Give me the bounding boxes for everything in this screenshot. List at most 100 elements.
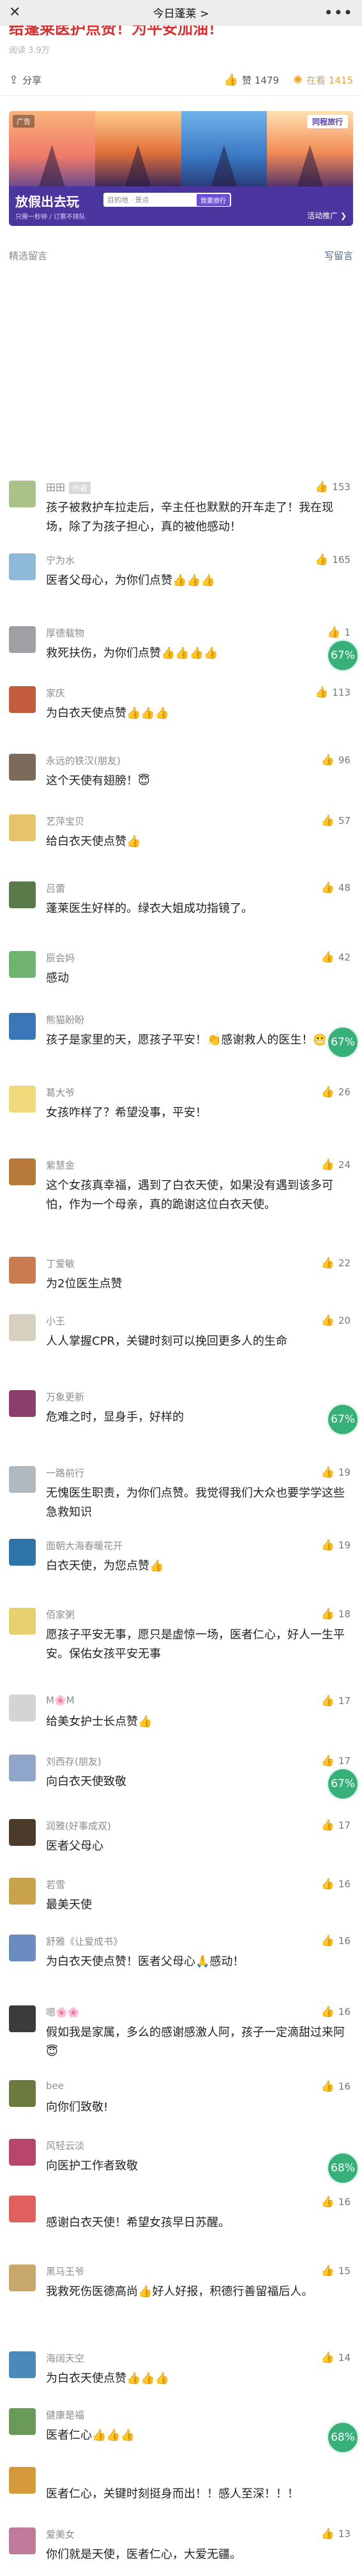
avatar[interactable] [9,1390,36,1417]
avatar[interactable] [9,481,36,507]
thumb-up-icon: 👍 [315,686,329,699]
avatar[interactable] [9,626,36,653]
avatar[interactable] [9,2467,36,2494]
ad-promo-link[interactable]: 活动推广 ❯ [307,210,347,221]
comment-like-button[interactable]: 👍 17 [321,1819,351,1832]
comment-like-button[interactable]: 👍 1 [327,626,351,639]
comment-like-button[interactable]: 👍 16 [321,1878,351,1891]
avatar[interactable] [9,1608,36,1635]
avatar[interactable] [9,1935,36,1961]
comment-like-button[interactable]: 👍 16 [321,2005,351,2018]
thumb-up-icon: 👍 [321,1539,335,1552]
ad-tag: 广告 [13,115,34,128]
account-title[interactable]: 今日蓬莱 > [153,4,209,20]
share-icon: ⇪ [9,73,19,87]
thumb-up-icon: 👍 [321,2196,335,2208]
like-button[interactable]: 👍 赞 1479 [224,73,279,87]
comment-like-button[interactable]: 👍 113 [315,686,351,699]
comment-like-button[interactable]: 👍 26 [321,1086,351,1098]
comment-like-button[interactable]: 👍 16 [321,1935,351,1947]
avatar[interactable] [9,1013,36,1040]
avatar[interactable] [9,2265,36,2291]
comment-like-button[interactable]: 👍 24 [321,1158,351,1171]
avatar[interactable] [9,1878,36,1905]
comment-like-button[interactable]: 👍 22 [321,1257,351,1269]
ad-search-button[interactable]: 我要旅行 [197,194,230,206]
thumb-up-icon: 👍 [321,1608,335,1621]
avatar[interactable] [9,881,36,908]
comment-text: 假如我是家属，多么的感谢感激人阿，孩子一定滴甜过来阿😇 [46,2026,345,2058]
comment-like-button[interactable]: 👍 19 [321,1539,351,1552]
comment-text: 感动 [46,971,69,985]
avatar[interactable] [9,1314,36,1341]
comment-like-button[interactable]: 👍 14 [321,2351,351,2364]
comment-like-button[interactable]: 👍 17 [321,1695,351,1707]
comment-text: 白衣天使，为您点赞👍 [46,1559,164,1573]
comment-like-button[interactable]: 👍 48 [321,881,351,894]
avatar[interactable] [9,2196,36,2222]
avatar[interactable] [9,754,36,781]
comment-like-button[interactable]: 👍 16 [321,2196,351,2208]
commenter-name: 吕蕾 [46,881,65,895]
thumb-up-icon: 👍 [321,1878,335,1891]
avatar[interactable] [9,2351,36,2378]
avatar[interactable] [9,2080,36,2107]
avatar[interactable] [9,686,36,713]
comment-like-button[interactable]: 👍 57 [321,814,351,827]
avatar[interactable] [9,951,36,978]
comment-text: 人人掌握CPR，关键时刻可以挽回更多人的生命 [46,1335,287,1348]
comment-like-count: 48 [338,882,351,894]
ad-banner[interactable]: 广告 同程旅行 放假出去玩 只需一秒钟 / 订票不排队 目的地 · 景点 我要旅… [9,111,353,226]
comment-like-button[interactable]: 👍 19 [321,1466,351,1479]
thumb-up-icon: 👍 [321,814,335,827]
comment-like-button[interactable]: 👍 16 [321,2080,351,2093]
avatar[interactable] [9,1819,36,1846]
thumb-up-icon: 👍 [321,2080,335,2093]
avatar[interactable] [9,1695,36,1721]
avatar[interactable] [9,1755,36,1781]
thumb-up-icon: 👍 [321,1755,335,1767]
wow-label: 在看 1415 [306,75,353,86]
comment-like-button[interactable]: 👍 165 [315,553,351,566]
share-label: 分享 [22,75,42,86]
comment-like-count: 16 [338,2196,351,2208]
commenter-name-text: 宁为水 [46,555,75,566]
read-count: 阅读 3.9万 [9,46,50,56]
avatar[interactable] [9,1158,36,1185]
comment-text: 为白衣天使点赞！医者父母心🙏感动！ [46,1955,245,1968]
avatar[interactable] [9,2527,36,2554]
write-comment-button[interactable]: 写留言 [324,249,353,262]
comment-like-count: 19 [338,1467,351,1478]
avatar[interactable] [9,814,36,841]
wow-button[interactable]: ✺ 在看 1415 [293,73,353,87]
avatar[interactable] [9,553,36,580]
commenter-name-text: 丁爱敏 [46,1258,75,1269]
ad-slogan: 放假出去玩 [15,194,79,209]
avatar[interactable] [9,1257,36,1284]
progress-badge: 67% [326,1767,359,1801]
comment-like-button[interactable]: 👍 153 [315,481,351,493]
comment-like-button[interactable]: 👍 18 [321,1608,351,1621]
share-button[interactable]: ⇪ 分享 [9,73,224,87]
commenter-name: 嗯🌸🌸 [46,2005,79,2019]
avatar[interactable] [9,2005,36,2032]
avatar[interactable] [9,1466,36,1493]
commenter-name-text: 紫慧金 [46,1160,75,1171]
avatar[interactable] [9,1086,36,1112]
ad-search-box[interactable]: 目的地 · 景点 我要旅行 [103,193,231,207]
comment-like-button[interactable]: 👍 20 [321,1314,351,1327]
comment-like-button[interactable]: 👍 13 [321,2527,351,2540]
comment-like-button[interactable]: 👍 17 [321,1755,351,1767]
comment-like-button[interactable]: 👍 96 [321,754,351,767]
comment-like-button[interactable]: 👍 42 [321,951,351,964]
ad-subtitle: 只需一秒钟 / 订票不排队 [15,214,86,221]
avatar[interactable] [9,1539,36,1566]
commenter-name: 辰会妈 [46,951,75,964]
more-icon[interactable]: ••• [324,4,353,22]
avatar[interactable] [9,2139,36,2166]
comment-like-button[interactable]: 👍 15 [321,2265,351,2277]
close-icon[interactable]: ✕ [9,5,20,20]
avatar[interactable] [9,2408,36,2435]
comment-like-count: 17 [338,1820,351,1831]
like-label: 赞 1479 [242,75,279,86]
